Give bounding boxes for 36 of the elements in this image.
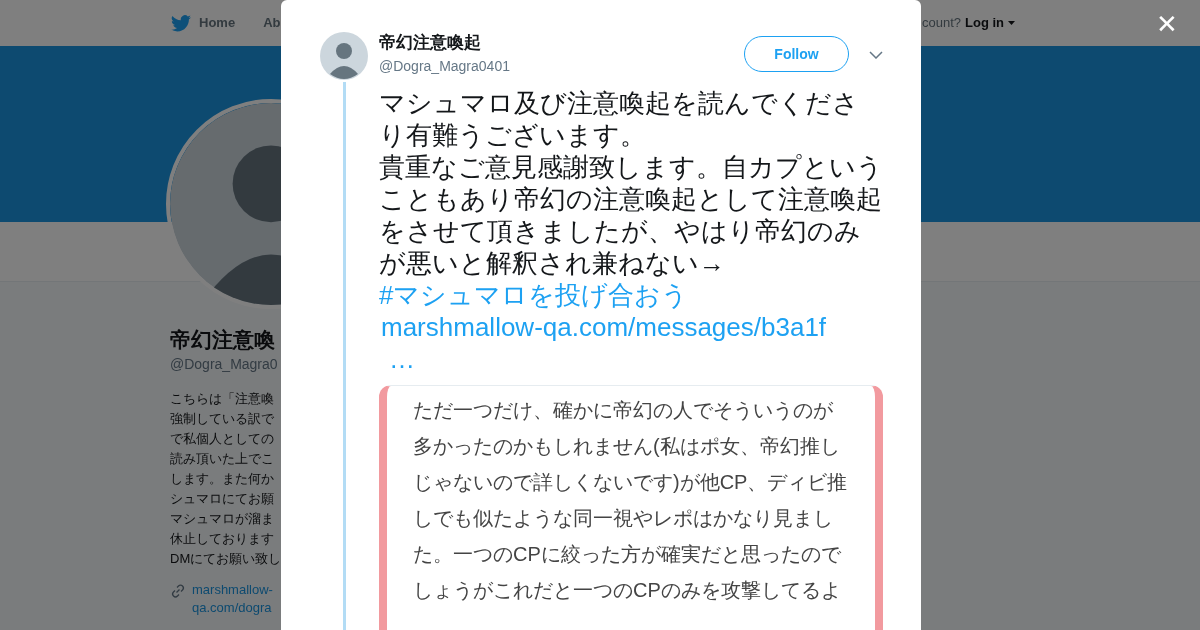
bio-line: します。また何か [170,470,274,488]
caret-icon [1008,21,1015,25]
bird-icon [171,14,191,32]
nav-link[interactable]: Ab [263,13,281,33]
bio-line: 読み頂いた上でこ [170,450,274,468]
url-ellipsis[interactable]: … [379,343,415,375]
tweet-text: 貴重なご意見感謝致します。自カプということもあり帝幻の注意喚起として注意喚起をさせて頂きましたが、やはり帝幻のみが悪いと解釈され兼ねない→ [379,151,883,279]
image-text-line: ただ一つだけ、確かに帝幻の人でそういうのが [413,398,834,423]
bio-line: 休止しております [170,530,274,548]
nav-link[interactable]: Home [199,13,236,33]
close-button[interactable]: ✕ [1156,8,1178,40]
hashtag-link[interactable]: #マシュマロを投げ合おう [379,279,883,311]
tweet-text: マシュマロ及び注意喚起を読んでくださり有難うございます。 [379,87,860,151]
login-link[interactable]: Log in [965,13,1015,33]
bio-line: 強制している訳で [170,410,274,428]
bio-line: で私個人としての [170,430,274,448]
bio-line: こちらは「注意喚 [170,390,274,408]
author-name: 帝幻注意喚起 [379,32,482,54]
chevron-down-icon[interactable] [869,51,883,59]
bio-line: シュマロにてお願 [170,490,274,508]
account-prompt: count? [921,14,961,33]
link-icon [170,583,186,599]
image-text-line: 多かったのかもしれません(私はポ女、帝幻推し [413,434,841,459]
profile-name: 帝幻注意喚 [170,327,275,353]
image-text-line: しでも似たような同一視やレポはかなり見まし [413,506,834,531]
profile-link[interactable]: qa.com/dogra [192,599,273,617]
url-link[interactable]: marshmallow-qa.com/messages/b3a1f [379,311,883,343]
author-handle: @Dogra_Magra0401 [379,57,510,76]
bio-line: DMにてお願い致し [170,550,282,568]
image-text-line: しょうがこれだと一つのCPのみを攻撃してるよ [413,578,842,603]
image-text-line: じゃないので詳しくないです)が他CP、ディビ推 [413,470,849,495]
bio-line: マシュマロが溜ま [170,510,274,528]
avatar-icon [320,32,368,80]
profile-handle: @Dogra_Magra0 [170,355,278,374]
image-text-line: た。一つのCPに絞った方が確実だと思ったので [413,542,842,567]
profile-link[interactable]: marshmallow- [192,581,273,599]
